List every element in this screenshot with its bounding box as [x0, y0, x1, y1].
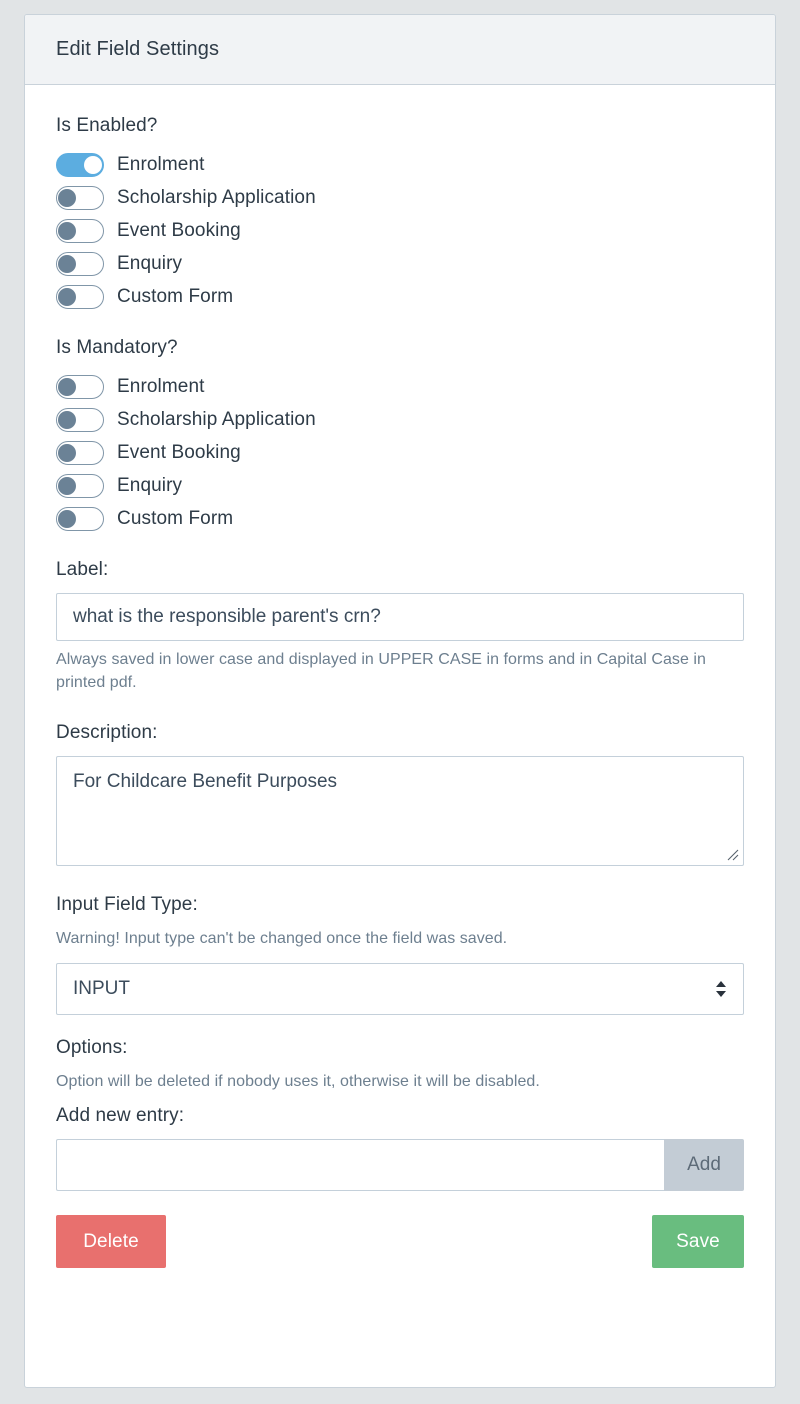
toggle-knob: [58, 509, 76, 528]
toggle-label: Scholarship Application: [117, 186, 316, 208]
toggle-enabled-enquiry[interactable]: [56, 251, 104, 276]
toggle-enabled-custom-form[interactable]: [56, 284, 104, 309]
toggle-knob: [58, 410, 76, 429]
is-mandatory-group: Is Mandatory? Enrolment Scholarship Appl…: [56, 337, 744, 535]
toggle-enabled-enrolment[interactable]: [56, 152, 104, 177]
toggle-mandatory-custom-form[interactable]: [56, 506, 104, 531]
toggle-row-enabled-event-booking[interactable]: Event Booking: [56, 214, 744, 247]
toggle-knob: [58, 443, 76, 462]
toggle-row-mandatory-custom-form[interactable]: Custom Form: [56, 502, 744, 535]
description-field-heading: Description:: [56, 722, 158, 744]
footer-button-row: Delete Save: [56, 1215, 744, 1269]
options-block: Options: Option will be deleted if nobod…: [56, 1036, 744, 1192]
toggle-knob: [58, 287, 76, 306]
options-heading: Options:: [56, 1036, 128, 1058]
toggle-row-enabled-enrolment[interactable]: Enrolment: [56, 148, 744, 181]
add-button[interactable]: Add: [664, 1139, 744, 1192]
toggle-row-mandatory-enquiry[interactable]: Enquiry: [56, 469, 744, 502]
input-field-type-selected-value: INPUT: [73, 977, 130, 999]
is-mandatory-heading: Is Mandatory?: [56, 337, 178, 358]
toggle-label: Enquiry: [117, 474, 183, 496]
toggle-enabled-event-booking[interactable]: [56, 218, 104, 243]
toggle-label: Enrolment: [117, 153, 205, 175]
toggle-row-enabled-scholarship-application[interactable]: Scholarship Application: [56, 181, 744, 214]
label-field-heading: Label:: [56, 559, 109, 580]
is-enabled-group: Is Enabled? Enrolment Scholarship Applic…: [56, 115, 744, 313]
description-textarea[interactable]: For Childcare Benefit Purposes: [56, 756, 744, 867]
description-textarea-wrap: For Childcare Benefit Purposes: [56, 756, 744, 867]
input-field-type-select[interactable]: INPUT: [56, 962, 744, 1015]
edit-field-settings-card: Edit Field Settings Is Enabled? Enrolmen…: [24, 14, 776, 1388]
toggle-knob: [58, 254, 76, 273]
toggle-row-enabled-custom-form[interactable]: Custom Form: [56, 280, 744, 313]
add-new-entry-row: Add: [56, 1139, 744, 1192]
toggle-knob: [58, 476, 76, 495]
toggle-knob: [58, 188, 76, 207]
input-field-type-select-wrap: INPUT: [56, 962, 744, 1015]
toggle-enabled-scholarship-application[interactable]: [56, 185, 104, 210]
toggle-mandatory-enrolment[interactable]: [56, 374, 104, 399]
toggle-label: Custom Form: [117, 507, 234, 529]
page-title: Edit Field Settings: [56, 38, 220, 60]
toggle-label: Event Booking: [117, 441, 241, 463]
input-field-type-warning: Warning! Input type can't be changed onc…: [56, 930, 508, 948]
toggle-mandatory-scholarship-application[interactable]: [56, 407, 104, 432]
toggle-row-enabled-enquiry[interactable]: Enquiry: [56, 247, 744, 280]
toggle-knob: [58, 221, 76, 240]
delete-button[interactable]: Delete: [56, 1215, 166, 1269]
toggle-mandatory-event-booking[interactable]: [56, 440, 104, 465]
card-header: Edit Field Settings: [25, 15, 775, 85]
toggle-label: Enrolment: [117, 375, 205, 397]
is-enabled-heading: Is Enabled?: [56, 115, 158, 136]
toggle-label: Enquiry: [117, 252, 183, 274]
input-field-type-heading: Input Field Type:: [56, 894, 198, 916]
label-field-block: Label: Always saved in lower case and di…: [56, 559, 744, 694]
description-field-block: Description: For Childcare Benefit Purpo…: [56, 722, 744, 867]
toggle-row-mandatory-enrolment[interactable]: Enrolment: [56, 370, 744, 403]
input-field-type-block: Input Field Type: Warning! Input type ca…: [56, 894, 744, 1015]
add-new-entry-label: Add new entry:: [56, 1105, 185, 1127]
label-input[interactable]: [56, 593, 744, 641]
add-new-entry-input[interactable]: [56, 1139, 664, 1192]
toggle-row-mandatory-event-booking[interactable]: Event Booking: [56, 436, 744, 469]
toggle-knob: [58, 377, 76, 396]
toggle-row-mandatory-scholarship-application[interactable]: Scholarship Application: [56, 403, 744, 436]
label-help-text: Always saved in lower case and displayed…: [56, 651, 706, 691]
toggle-label: Custom Form: [117, 285, 234, 307]
card-body: Is Enabled? Enrolment Scholarship Applic…: [25, 85, 775, 1269]
toggle-knob: [84, 155, 102, 174]
toggle-label: Event Booking: [117, 219, 241, 241]
toggle-label: Scholarship Application: [117, 408, 316, 430]
save-button[interactable]: Save: [652, 1215, 744, 1269]
toggle-mandatory-enquiry[interactable]: [56, 473, 104, 498]
options-help-text: Option will be deleted if nobody uses it…: [56, 1072, 540, 1090]
